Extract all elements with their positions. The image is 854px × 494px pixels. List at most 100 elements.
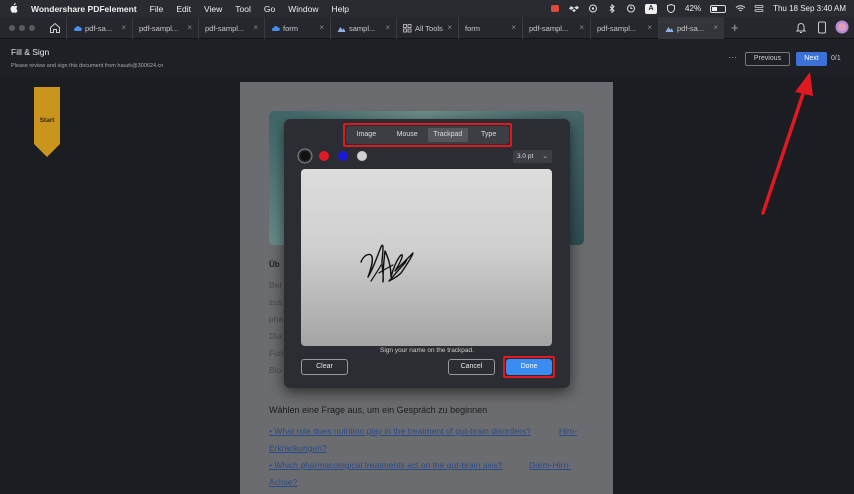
signature-hint: Sign your name on the trackpad. [380, 347, 474, 354]
cloud-icon [272, 25, 280, 31]
device-icon[interactable] [817, 21, 827, 39]
fill-sign-header: Fill & Sign Please review and sign this … [0, 39, 854, 75]
tab-all-tools[interactable]: All Tools × [396, 17, 458, 39]
link-continuation[interactable]: Erkrankungen? [269, 443, 327, 453]
app-window: Wondershare PDFelement File Edit View To… [0, 0, 854, 494]
previous-button[interactable]: Previous [745, 52, 790, 66]
tab-label: pdf-sampl... [205, 23, 245, 33]
color-red-swatch[interactable] [319, 151, 329, 161]
tab-close-icon[interactable]: × [121, 23, 126, 32]
wifi-icon[interactable] [735, 4, 746, 13]
tab-close-icon[interactable]: × [447, 23, 452, 32]
next-highlight-spacer [794, 50, 829, 68]
battery-icon[interactable] [710, 4, 727, 13]
color-black-swatch[interactable] [300, 151, 310, 161]
tab-close-icon[interactable]: × [319, 23, 324, 32]
tab-close-icon[interactable]: × [385, 23, 390, 32]
menu-tool[interactable]: Tool [235, 4, 251, 14]
stroke-width-value: 3.0 pt [517, 153, 534, 160]
tab-close-icon[interactable]: × [713, 23, 718, 32]
tab-close-icon[interactable]: × [187, 23, 192, 32]
tab-10-active[interactable]: pdf-sa... × [658, 17, 724, 39]
stroke-width-select[interactable]: 3.0 pt ⌄ [513, 150, 552, 163]
control-center-icon[interactable] [754, 4, 764, 13]
apple-icon[interactable] [9, 2, 21, 15]
highlight-box-done [503, 356, 555, 378]
body-fragment: Dia [269, 331, 282, 341]
grid-icon [403, 23, 412, 32]
signature-stroke [360, 244, 414, 283]
tab-label: pdf-sampl... [529, 23, 569, 33]
menubar-clock[interactable]: Thu 18 Sep 3:40 AM [773, 4, 846, 13]
signature-canvas[interactable] [301, 169, 552, 346]
suggested-question-link[interactable]: • What role does nutrition play in the t… [269, 426, 531, 436]
body-fragment: Bel [269, 280, 282, 290]
tab-9[interactable]: pdf-sampl... × [590, 17, 658, 39]
page-title: Fill & Sign [11, 47, 50, 57]
start-marker[interactable]: Start [34, 87, 60, 157]
link-suffix[interactable]: Hirn- [559, 426, 577, 436]
tab-bar: pdf-sa... × pdf-sampl... × pdf-sampl... × f… [0, 17, 854, 39]
tab-label: form [465, 23, 480, 33]
bluetooth-icon[interactable] [607, 3, 617, 14]
field-counter: 0/1 [831, 55, 841, 62]
new-tab-icon[interactable]: + [731, 20, 739, 35]
clock-status-icon[interactable] [626, 4, 636, 13]
menu-edit[interactable]: Edit [176, 4, 191, 14]
signature-dialog: Image Mouse Trackpad Type 3.0 pt ⌄ Sign … [284, 119, 570, 388]
tab-close-icon[interactable]: × [647, 23, 652, 32]
battery-level [712, 6, 718, 11]
cloud-icon [74, 25, 82, 31]
cancel-button[interactable]: Cancel [448, 359, 495, 375]
input-source-badge[interactable]: A [645, 3, 658, 14]
color-blue-swatch[interactable] [338, 151, 348, 161]
link-continuation[interactable]: Achse? [269, 477, 297, 487]
tab-label: pdf-sampl... [139, 23, 179, 33]
tab-label: form [283, 23, 298, 33]
tab-label: All Tools [415, 23, 443, 33]
status-area: A 42% Thu 18 Sep 3:40 AM [550, 0, 846, 17]
avatar[interactable] [835, 20, 849, 39]
color-picker [300, 151, 367, 161]
body-fragment: pha [269, 314, 284, 324]
focus-icon[interactable] [588, 4, 598, 13]
menu-window[interactable]: Window [288, 4, 318, 14]
tab-3[interactable]: pdf-sampl... × [198, 17, 264, 39]
tab-close-icon[interactable]: × [511, 23, 516, 32]
tab-close-icon[interactable]: × [579, 23, 584, 32]
tab-1[interactable]: pdf-sa... × [66, 17, 132, 39]
clear-button[interactable]: Clear [301, 359, 348, 375]
menu-view[interactable]: View [204, 4, 222, 14]
page-subtitle: Please review and sign this document fro… [11, 63, 164, 69]
notification-bell-icon[interactable] [795, 21, 807, 39]
link-suffix[interactable]: Darm-Hirn- [529, 460, 571, 470]
close-window-button[interactable] [9, 25, 15, 31]
image-icon [665, 26, 674, 32]
highlight-box-modes [343, 123, 512, 147]
home-icon[interactable] [48, 21, 62, 35]
shield-icon[interactable] [666, 3, 676, 14]
minimize-window-button[interactable] [19, 25, 25, 31]
tab-5[interactable]: sampl... × [330, 17, 396, 39]
tab-8[interactable]: pdf-sampl... × [522, 17, 590, 39]
tab-label: pdf-sampl... [597, 23, 637, 33]
red-status-icon[interactable] [550, 4, 560, 13]
zoom-window-button[interactable] [29, 25, 35, 31]
tab-7[interactable]: form × [458, 17, 522, 39]
tab-label: sampl... [349, 23, 376, 33]
menu-help[interactable]: Help [331, 4, 348, 14]
menu-go[interactable]: Go [264, 4, 275, 14]
menu-file[interactable]: File [150, 4, 164, 14]
tab-close-icon[interactable]: × [253, 23, 258, 32]
suggested-question-link[interactable]: • Which pharmacological treatments act o… [269, 460, 503, 470]
tab-4[interactable]: form × [264, 17, 330, 39]
menu-app-name[interactable]: Wondershare PDFelement [31, 4, 137, 14]
color-gray-swatch[interactable] [357, 151, 367, 161]
more-options-icon[interactable]: ··· [728, 52, 737, 62]
menu-bar: Wondershare PDFelement File Edit View To… [0, 0, 854, 17]
tab-label: pdf-sa... [677, 23, 705, 33]
tab-2[interactable]: pdf-sampl... × [132, 17, 198, 39]
image-icon [337, 26, 346, 32]
dropbox-icon[interactable] [569, 4, 580, 13]
window-controls [9, 25, 35, 31]
